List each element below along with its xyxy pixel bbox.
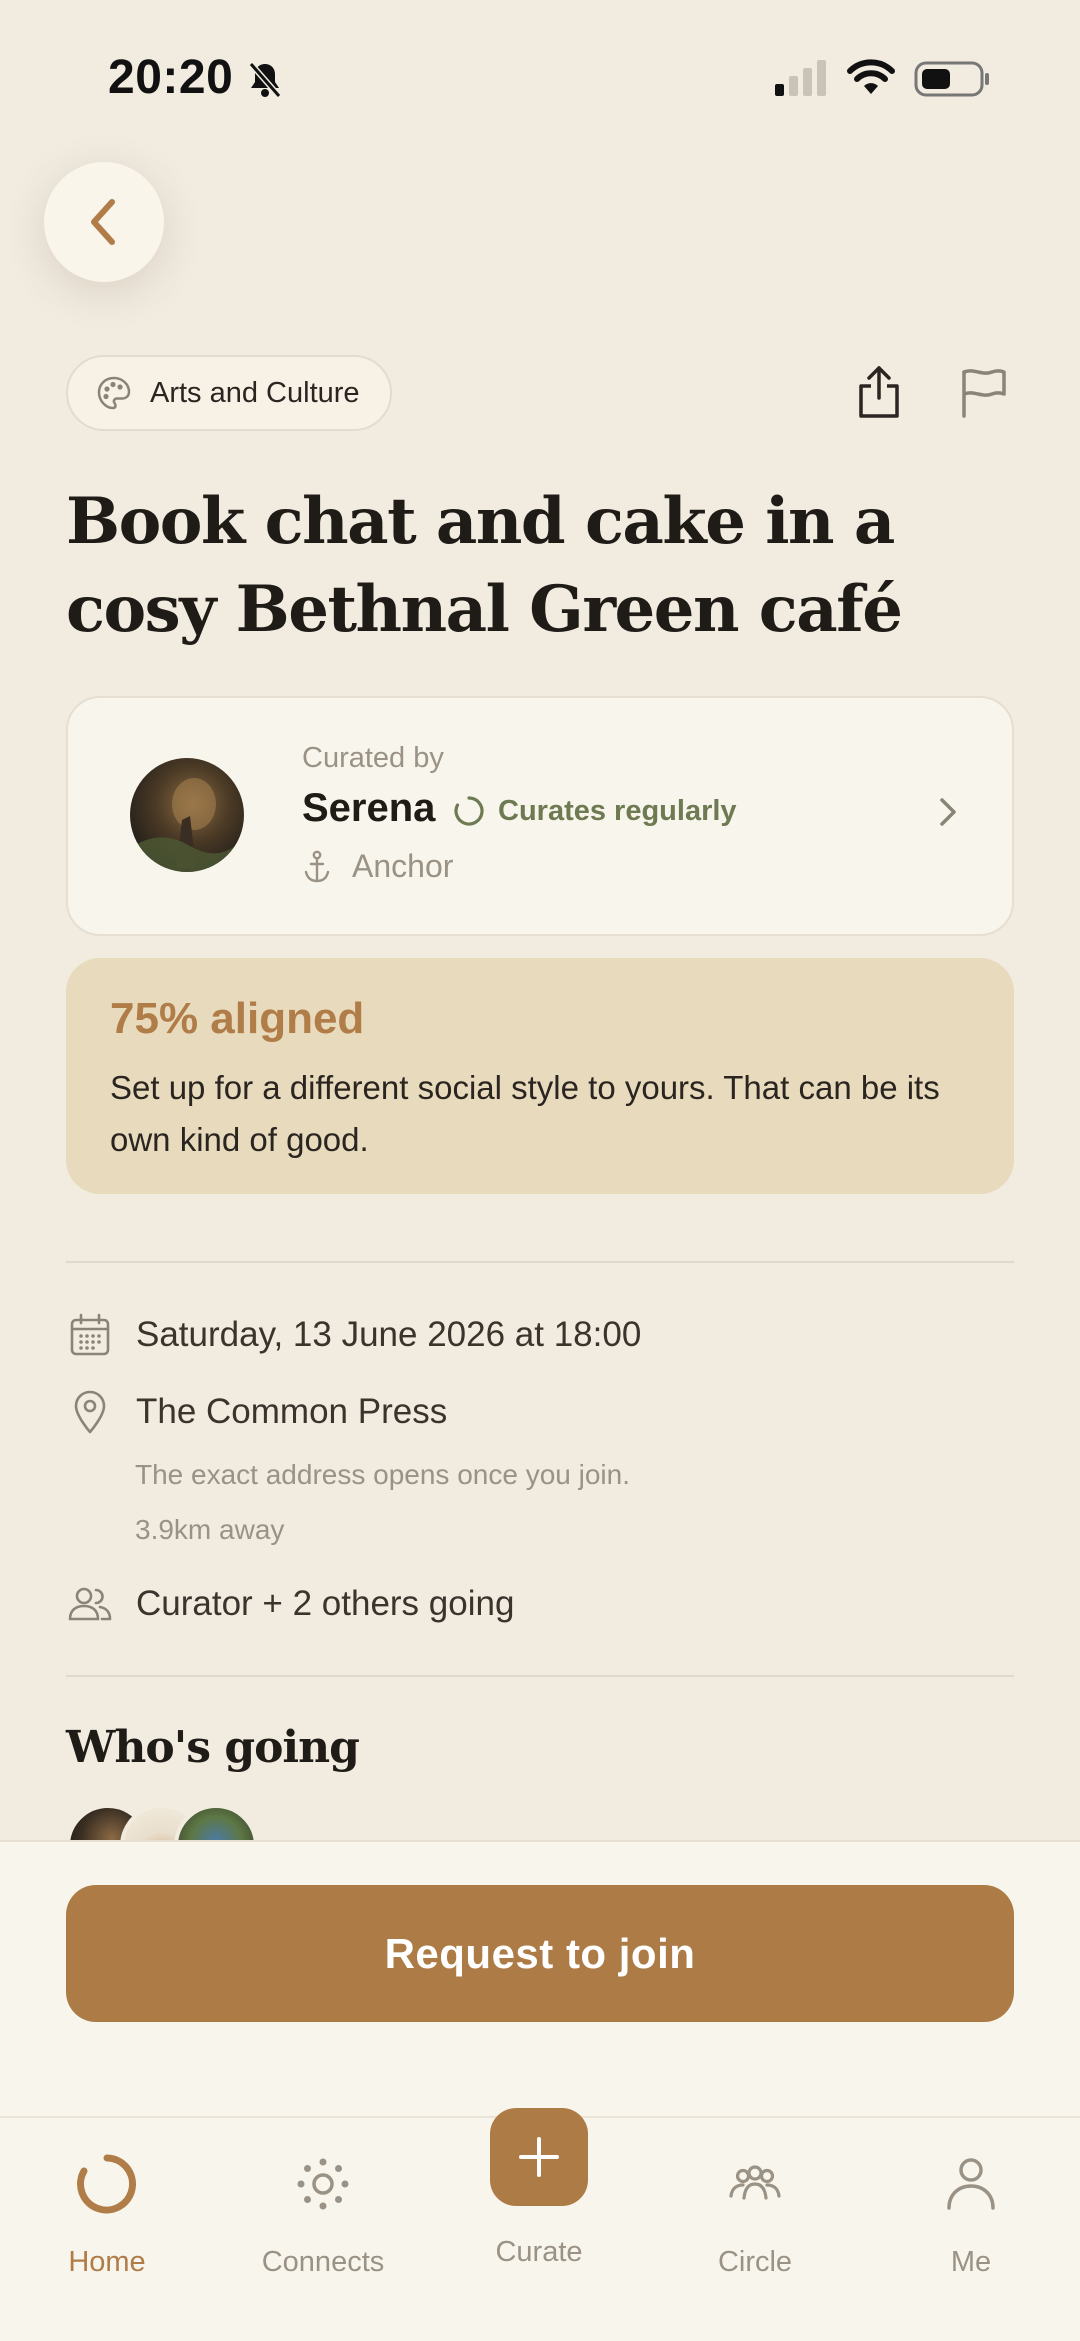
group-icon [729, 2165, 781, 2200]
chevron-left-icon [91, 199, 115, 245]
tab-home[interactable]: Home [7, 2118, 207, 2278]
tab-connects[interactable]: Connects [223, 2118, 423, 2278]
curator-avatar [130, 758, 244, 872]
palette-icon [97, 376, 131, 410]
person-icon [947, 2158, 995, 2210]
status-time: 20:20 [108, 51, 234, 104]
event-datetime-row: Saturday, 13 June 2026 at 18:00 [66, 1311, 641, 1359]
battery-icon [914, 61, 989, 97]
signal-icon [775, 60, 826, 96]
location-pin-icon [74, 1390, 106, 1434]
tab-circle[interactable]: Circle [655, 2118, 855, 2278]
curated-by-caption: Curated by [302, 742, 444, 774]
curates-regularly-badge: Curates regularly [452, 794, 737, 828]
category-label: Arts and Culture [150, 376, 360, 409]
tab-label: Connects [261, 2246, 385, 2278]
curate-button[interactable] [490, 2108, 588, 2206]
curator-role: Anchor [304, 848, 453, 885]
event-datetime: Saturday, 13 June 2026 at 18:00 [136, 1315, 642, 1354]
alignment-description: Set up for a different social style to y… [110, 1069, 940, 1158]
event-venue: The Common Press [136, 1392, 448, 1431]
plus-icon [519, 2137, 559, 2177]
anchor-icon [304, 850, 330, 882]
curator-name: Serena [302, 786, 436, 830]
curator-card[interactable]: Curated by Serena Curates regularly Anch… [66, 696, 1014, 936]
attendance-row: Curator + 2 others going [66, 1580, 514, 1628]
whos-going-heading: Who's going [66, 1722, 360, 1773]
tab-label: Home [68, 2246, 146, 2278]
bell-muted-icon [248, 62, 282, 98]
tab-label: Curate [495, 2236, 583, 2268]
alignment-card: 75% aligned Set up for a different socia… [66, 958, 1014, 1194]
avatar[interactable] [174, 1804, 258, 1844]
event-title: Book chat and cake in a cosy Bethnal Gre… [66, 484, 903, 647]
status-bar: 20:20 [0, 0, 1080, 160]
divider [66, 1261, 1014, 1263]
report-flag-icon[interactable] [958, 366, 1008, 418]
sun-icon [297, 2158, 349, 2210]
divider [66, 1675, 1014, 1677]
wifi-icon [847, 59, 895, 94]
alignment-percentage: 75% aligned [110, 994, 365, 1043]
distance: 3.9km away [135, 1514, 285, 1545]
tab-label: Me [950, 2246, 992, 2278]
attendee-avatars[interactable] [66, 1804, 366, 1844]
back-button[interactable] [44, 162, 164, 282]
calendar-icon [70, 1313, 110, 1356]
tab-curate[interactable]: Curate [439, 2108, 639, 2278]
tab-me[interactable]: Me [871, 2118, 1071, 2278]
chevron-right-icon [940, 798, 956, 826]
category-pill[interactable]: Arts and Culture [66, 355, 392, 431]
curator-role-label: Anchor [352, 848, 454, 884]
tab-bar: Home Connects Curate Circle Me [0, 2108, 1080, 2341]
address-note: The exact address opens once you join. [135, 1459, 630, 1490]
curates-regularly-label: Curates regularly [498, 794, 737, 827]
tab-label: Circle [717, 2246, 793, 2278]
home-ring-icon [77, 2154, 136, 2214]
progress-ring-icon [454, 796, 484, 826]
attendance-count: Curator + 2 others going [136, 1584, 515, 1623]
people-icon [68, 1587, 112, 1621]
request-to-join-button[interactable]: Request to join [66, 1885, 1014, 2022]
share-icon[interactable] [856, 364, 902, 420]
event-venue-row: The Common Press [66, 1388, 447, 1436]
